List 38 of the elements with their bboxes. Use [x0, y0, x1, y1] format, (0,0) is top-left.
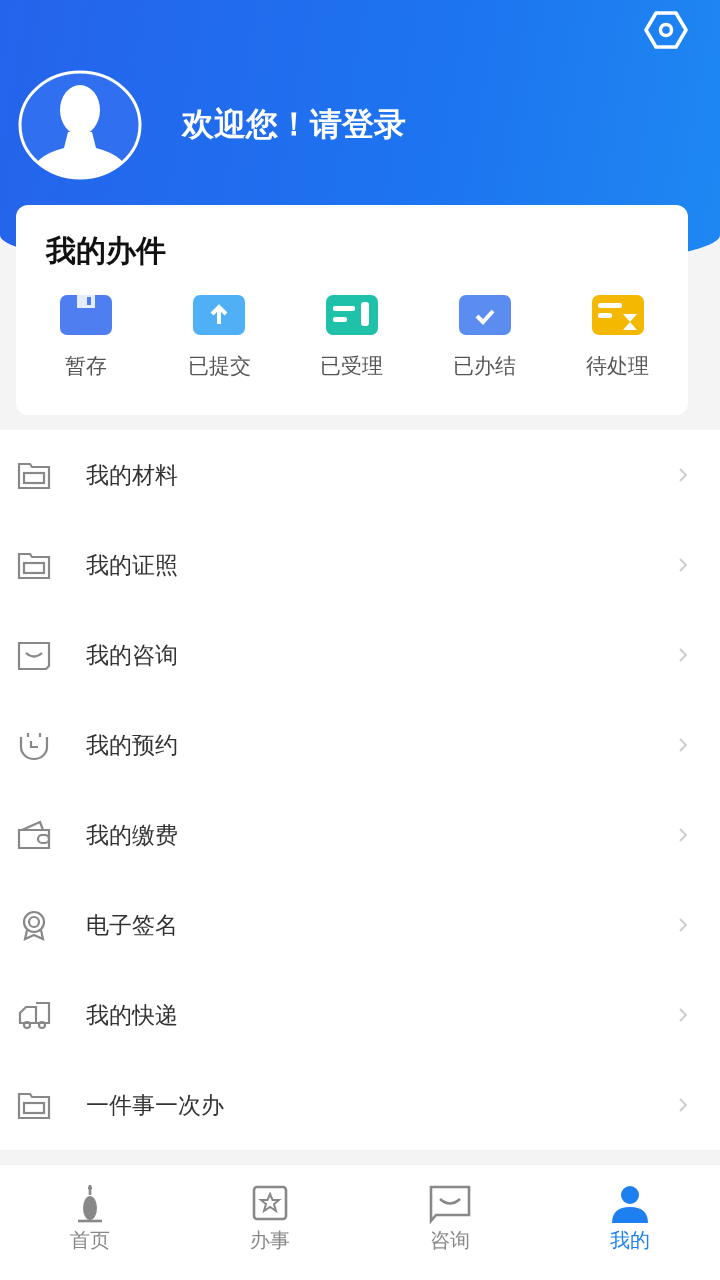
- settings-icon[interactable]: [644, 10, 688, 50]
- chevron-right-icon: [678, 557, 688, 573]
- wallet-icon: [16, 819, 52, 851]
- chevron-right-icon: [678, 917, 688, 933]
- menu-item[interactable]: 我的预约: [0, 700, 720, 790]
- menu-item[interactable]: 电子签名: [0, 880, 720, 970]
- menu-item[interactable]: 我的咨询: [0, 610, 720, 700]
- folder-check-icon: [457, 294, 512, 336]
- menu-item[interactable]: 我的缴费: [0, 790, 720, 880]
- login-prompt[interactable]: 欢迎您！请登录: [182, 103, 406, 147]
- case-status-item[interactable]: 已提交: [164, 294, 275, 380]
- truck-icon: [16, 999, 52, 1031]
- chevron-right-icon: [678, 647, 688, 663]
- menu-item[interactable]: 一件事一次办: [0, 1060, 720, 1150]
- chevron-right-icon: [678, 1097, 688, 1113]
- tab[interactable]: 咨询: [405, 1183, 495, 1254]
- chevron-right-icon: [678, 1007, 688, 1023]
- tab[interactable]: 我的: [585, 1183, 675, 1254]
- form-icon: [325, 294, 379, 336]
- case-status-item[interactable]: 暂存: [31, 294, 142, 380]
- menu-item[interactable]: 我的材料: [0, 430, 720, 520]
- chevron-right-icon: [678, 827, 688, 843]
- chevron-right-icon: [678, 737, 688, 753]
- case-status-item[interactable]: 已办结: [429, 294, 540, 380]
- menu-item[interactable]: 我的证照: [0, 520, 720, 610]
- upload-icon: [192, 294, 247, 336]
- message-icon: [428, 1183, 472, 1225]
- menu-item[interactable]: 我的快递: [0, 970, 720, 1060]
- message-icon: [16, 639, 52, 671]
- avatar-icon[interactable]: [18, 70, 142, 180]
- chevron-right-icon: [678, 467, 688, 483]
- case-status-item[interactable]: 已受理: [297, 294, 407, 380]
- hourglass-icon: [590, 294, 645, 336]
- case-status-item[interactable]: 待处理: [562, 294, 673, 380]
- save-icon: [59, 294, 114, 336]
- tab[interactable]: 首页: [45, 1183, 135, 1254]
- tab[interactable]: 办事: [225, 1183, 315, 1254]
- section-title: 我的办件: [44, 232, 166, 270]
